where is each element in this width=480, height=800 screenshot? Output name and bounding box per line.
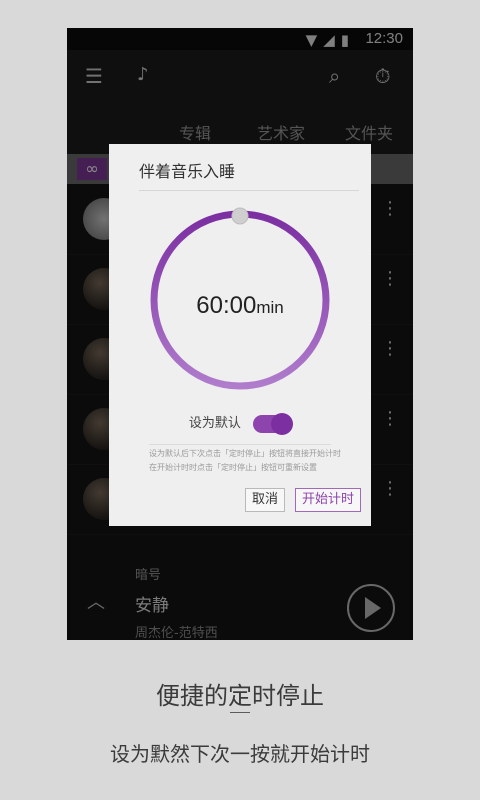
timer-handle[interactable] <box>231 207 249 225</box>
cancel-button[interactable]: 取消 <box>245 488 286 512</box>
default-toggle-row: 设为默认 <box>109 412 371 435</box>
default-toggle-label: 设为默认 <box>188 416 241 431</box>
sleep-timer-dialog: 伴着音乐入睡 60:00min 设为默认 设为默认后下次点击「定时停止」按钮将直… <box>109 144 371 526</box>
divider <box>149 444 331 445</box>
note-line-1: 设为默认后下次点击「定时停止」按钮将直接开始计时 <box>149 449 341 458</box>
caption-subline: 设为默然下次一按就开始计时 <box>110 742 370 766</box>
note-line-2: 在开始计时时点击「定时停止」按钮可重新设置 <box>149 463 317 472</box>
divider <box>139 190 359 191</box>
timer-value: 60:00 <box>196 292 257 319</box>
start-timer-button[interactable]: 开始计时 <box>295 488 362 512</box>
caption-headline: 便捷的定时停止 <box>156 682 324 710</box>
timer-unit: min <box>256 298 284 317</box>
default-toggle-switch[interactable] <box>253 412 294 435</box>
toggle-knob <box>271 412 294 435</box>
dialog-title: 伴着音乐入睡 <box>139 162 236 181</box>
caption-divider <box>230 712 250 713</box>
timer-readout: 60:00min <box>109 292 371 320</box>
